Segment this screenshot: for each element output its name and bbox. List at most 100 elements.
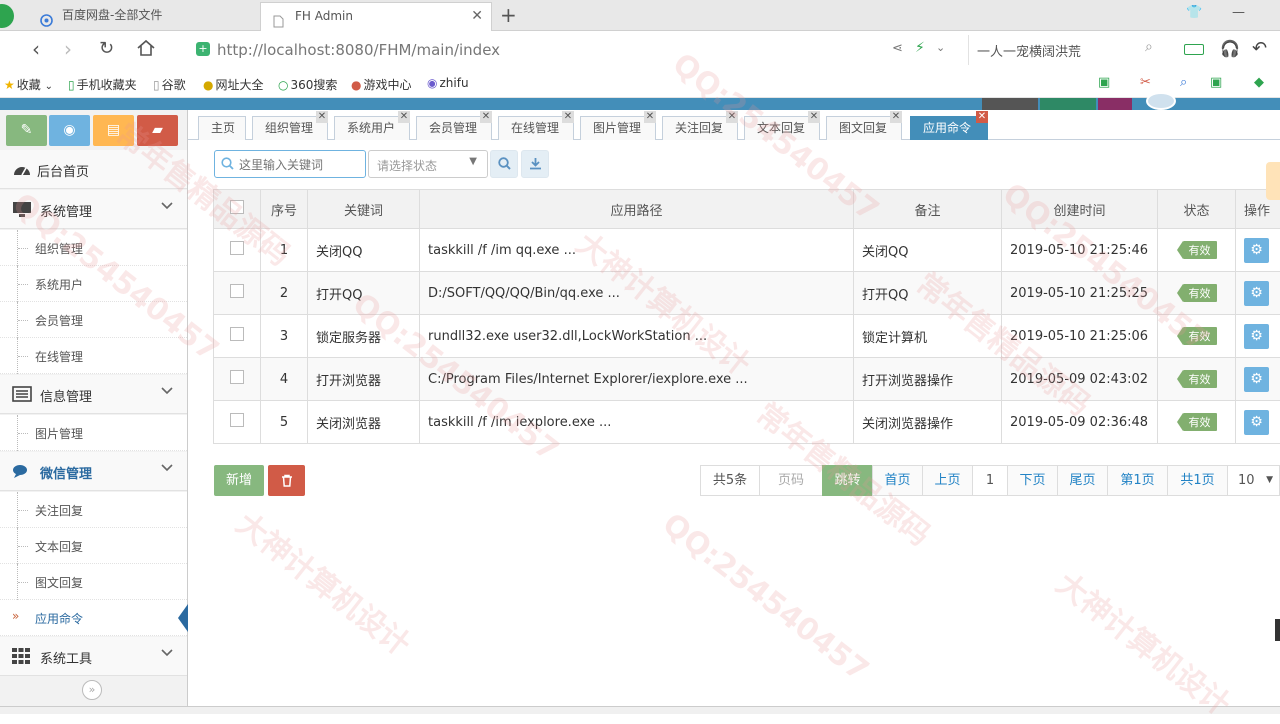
row-created: 2019-05-10 21:25:06 <box>1002 315 1158 358</box>
sidebar-item-org[interactable]: 组织管理 <box>0 230 187 266</box>
watermark-text: 大神计算机设计 <box>1049 560 1242 724</box>
tab-text-reply[interactable]: 文本回复✕ <box>744 116 820 140</box>
sidebar-item-app-command[interactable]: » 应用命令 <box>0 600 187 636</box>
new-tab-icon[interactable]: + <box>500 3 517 27</box>
sidebar-item-online[interactable]: 在线管理 <box>0 338 187 374</box>
lightning-icon[interactable]: ⚡ <box>915 40 925 56</box>
sidebar-item-users[interactable]: 系统用户 <box>0 266 187 302</box>
tab-pictures[interactable]: 图片管理✕ <box>580 116 656 140</box>
tab-label: 系统用户 <box>347 121 395 135</box>
collapse-sidebar-button[interactable]: » <box>82 680 102 700</box>
row-checkbox[interactable] <box>230 241 244 255</box>
tab-image-reply[interactable]: 图文回复✕ <box>826 116 902 140</box>
sidebar-item-tools[interactable]: 系统工具 <box>0 637 187 676</box>
undo-icon[interactable]: ↶ <box>1252 38 1267 59</box>
close-icon[interactable]: ✕ <box>890 111 902 123</box>
pager-prev-button[interactable]: 上页 <box>922 465 972 496</box>
forward-icon[interactable]: › <box>64 37 72 61</box>
row-checkbox[interactable] <box>230 370 244 384</box>
row-checkbox[interactable] <box>230 413 244 427</box>
tab-online[interactable]: 在线管理✕ <box>498 116 574 140</box>
sidebar-item-home[interactable]: 后台首页 <box>0 150 187 189</box>
skin-icon[interactable]: 👕 <box>1186 5 1202 20</box>
bookmark-zhifu[interactable]: ◉zhifu <box>427 76 469 90</box>
pager-next-button[interactable]: 下页 <box>1007 465 1057 496</box>
bookmark-360[interactable]: ○360搜索 <box>278 76 337 93</box>
browser-tab-fhadmin[interactable]: FH Admin ✕ <box>260 2 492 31</box>
shortcut-eye-button[interactable]: ◉ <box>49 115 90 146</box>
url-field[interactable]: http://localhost:8080/FHM/main/index <box>217 41 500 59</box>
export-button[interactable] <box>521 150 549 178</box>
back-icon[interactable]: ‹ <box>32 37 40 61</box>
sidebar-item-image-reply[interactable]: 图文回复 <box>0 564 187 600</box>
side-float-tab[interactable] <box>1266 162 1280 200</box>
add-button[interactable]: 新增 <box>214 465 264 496</box>
search-icon[interactable]: ⌕ <box>1145 39 1153 55</box>
close-tab-icon[interactable]: ✕ <box>471 3 483 30</box>
keyword-input[interactable] <box>239 155 363 175</box>
browser-tab-baidu[interactable]: 百度网盘-全部文件 <box>28 2 258 31</box>
row-settings-button[interactable]: ⚙ <box>1244 238 1269 263</box>
pager-last-button[interactable]: 尾页 <box>1057 465 1107 496</box>
tab-org[interactable]: 组织管理✕ <box>252 116 328 140</box>
bookmark-nav[interactable]: ●网址大全 <box>203 76 264 93</box>
sidebar-item-follow-reply[interactable]: 关注回复 <box>0 492 187 528</box>
row-settings-button[interactable]: ⚙ <box>1244 367 1269 392</box>
select-all-checkbox[interactable] <box>230 200 244 214</box>
bookmark-google[interactable]: ▯谷歌 <box>153 76 186 93</box>
pager-page-input[interactable]: 页码 <box>759 465 822 496</box>
sidebar-item-members[interactable]: 会员管理 <box>0 302 187 338</box>
tab-app-command[interactable]: 应用命令✕ <box>910 116 988 140</box>
reload-icon[interactable]: ↻ <box>99 38 114 59</box>
tab-users[interactable]: 系统用户✕ <box>334 116 410 140</box>
status-select[interactable]: 请选择状态 ▼ <box>368 150 488 178</box>
close-icon[interactable]: ✕ <box>480 111 492 123</box>
tab-follow-reply[interactable]: 关注回复✕ <box>662 116 738 140</box>
pager-jump-button[interactable]: 跳转 <box>822 465 872 496</box>
close-icon[interactable]: ✕ <box>562 111 574 123</box>
close-icon[interactable]: ✕ <box>808 111 820 123</box>
scissors-icon[interactable]: ✂ <box>1140 75 1151 90</box>
home-icon[interactable] <box>136 38 156 62</box>
close-icon[interactable]: ✕ <box>976 111 988 123</box>
pager-first-button[interactable]: 首页 <box>872 465 922 496</box>
row-checkbox[interactable] <box>230 327 244 341</box>
close-icon[interactable]: ✕ <box>726 111 738 123</box>
browser-search-field[interactable]: 一人一宠横阔洪荒 ⌕ <box>968 35 1168 65</box>
sidebar-item-wechat[interactable]: 微信管理 <box>0 452 187 491</box>
row-settings-button[interactable]: ⚙ <box>1244 281 1269 306</box>
close-icon[interactable]: ✕ <box>316 111 328 123</box>
shortcut-pencil-button[interactable]: ✎ <box>6 115 47 146</box>
share-icon[interactable]: ⋖ <box>892 41 903 56</box>
row-settings-button[interactable]: ⚙ <box>1244 324 1269 349</box>
tab-members[interactable]: 会员管理✕ <box>416 116 492 140</box>
shortcut-folder-button[interactable]: ▰ <box>137 115 178 146</box>
headphones-icon[interactable]: 🎧 <box>1220 39 1240 58</box>
minimize-icon[interactable]: — <box>1232 5 1245 20</box>
shortcut-book-button[interactable]: ▤ <box>93 115 134 146</box>
tab-home[interactable]: 主页 <box>198 116 246 140</box>
row-path: taskkill /f /im qq.exe ... <box>420 229 854 272</box>
close-icon[interactable]: ✕ <box>644 111 656 123</box>
sidebar-item-system[interactable]: 系统管理 <box>0 190 187 229</box>
avatar[interactable] <box>1146 92 1176 110</box>
bookmark-games[interactable]: ●游戏中心 <box>351 76 412 93</box>
row-settings-button[interactable]: ⚙ <box>1244 410 1269 435</box>
sidebar-item-info[interactable]: 信息管理 <box>0 375 187 414</box>
game-controller-icon[interactable]: ▣ <box>1210 75 1222 90</box>
search-icon[interactable]: ⌕ <box>1180 75 1187 90</box>
scrollbar-thumb[interactable] <box>1275 619 1280 641</box>
sidebar-item-pictures[interactable]: 图片管理 <box>0 415 187 451</box>
pager-size-select[interactable]: 10 ▼ <box>1227 465 1280 496</box>
delete-button[interactable] <box>268 465 305 496</box>
bookmark-mobile[interactable]: ▯手机收藏夹 <box>68 76 137 93</box>
extension-icon[interactable]: ▣ <box>1098 75 1110 90</box>
bookmark-favorites[interactable]: ★收藏 ⌄ <box>4 76 53 93</box>
shield-icon[interactable]: ◆ <box>1254 75 1264 90</box>
chevron-down-icon[interactable]: ⌄ <box>936 41 945 54</box>
search-button[interactable] <box>490 150 518 178</box>
close-icon[interactable]: ✕ <box>398 111 410 123</box>
bookmarks-bar: ★收藏 ⌄ ▯手机收藏夹 ▯谷歌 ●网址大全 ○360搜索 ●游戏中心 ◉zhi… <box>0 69 1280 98</box>
row-checkbox[interactable] <box>230 284 244 298</box>
sidebar-item-text-reply[interactable]: 文本回复 <box>0 528 187 564</box>
